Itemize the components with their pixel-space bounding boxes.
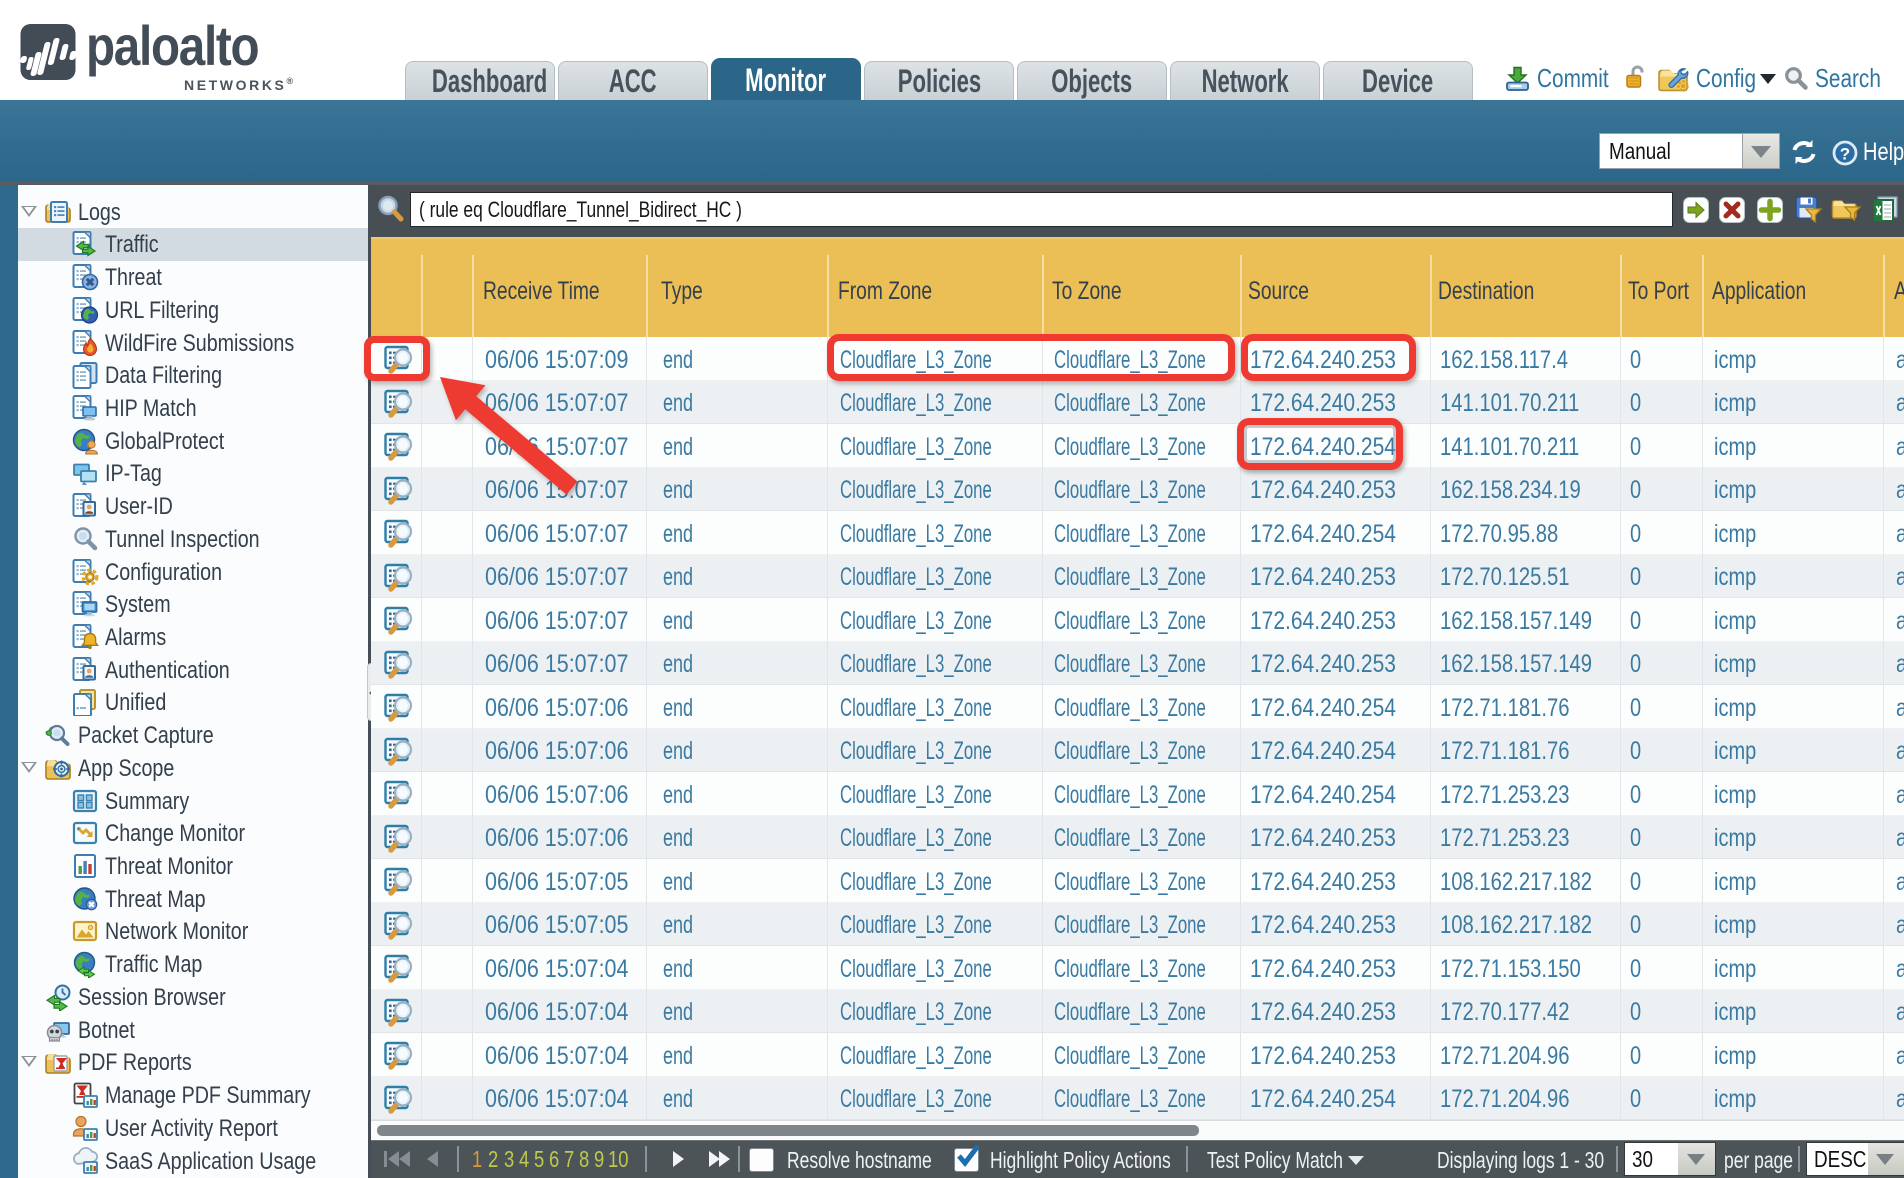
svg-text:?: ? [1840,145,1850,164]
